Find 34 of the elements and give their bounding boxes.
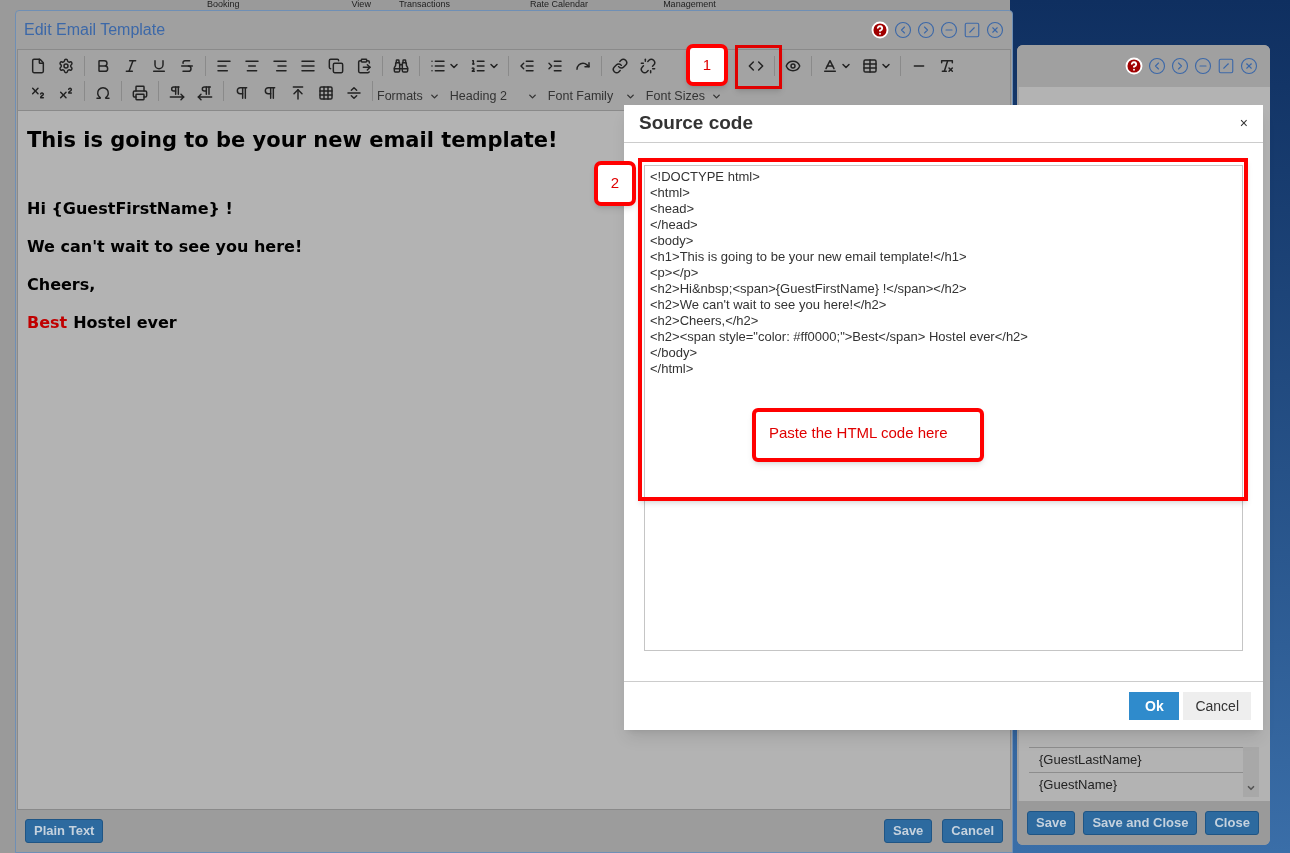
instruction-callout: Paste the HTML code here <box>752 408 984 462</box>
step-callout: 2 <box>594 161 636 206</box>
step-callout: 1 <box>686 44 728 86</box>
footer-button[interactable]: Save <box>1027 811 1076 835</box>
window-title: Edit Email Template <box>24 20 166 40</box>
menu-item[interactable]: Transactions <box>398 0 451 10</box>
format-dropdown[interactable]: Font Sizes <box>645 89 722 103</box>
highlight-frame <box>735 45 782 89</box>
close-button[interactable]: × <box>1239 113 1248 134</box>
format-dropdown[interactable]: Heading 2 <box>449 89 538 103</box>
menu-item[interactable]: View <box>351 0 371 10</box>
footer-button[interactable]: Close <box>1205 811 1259 835</box>
paragraph-text: Hostel ever <box>73 311 177 334</box>
menu-item[interactable]: Booking <box>207 0 240 10</box>
footer-button[interactable]: Cancel <box>942 819 1003 843</box>
scroll-down-icon[interactable] <box>1246 783 1256 793</box>
help-icon[interactable] <box>871 21 889 39</box>
ok-button[interactable]: Ok <box>1129 692 1180 720</box>
dialog-title: Source code <box>639 111 754 136</box>
cancel-button[interactable]: Cancel <box>1183 692 1251 720</box>
scrollbar[interactable] <box>1243 747 1259 797</box>
format-dropdown[interactable]: Formats <box>377 89 440 103</box>
help-icon[interactable] <box>1125 57 1143 75</box>
paragraph-text: Hi {GuestFirstName} ! <box>27 197 233 220</box>
paragraph-text: Cheers, <box>27 273 96 296</box>
menu-item[interactable]: Management <box>663 0 716 10</box>
plain-text-button[interactable]: Plain Text <box>25 819 104 843</box>
footer-button[interactable]: Save and Close <box>1083 811 1198 835</box>
footer-button[interactable]: Save <box>884 819 933 843</box>
menu-item[interactable]: Rate Calendar <box>530 0 589 10</box>
heading-text: This is going to be your new email template! <box>27 127 558 154</box>
format-dropdown[interactable]: Font Family <box>547 89 636 103</box>
colored-word: Best <box>27 311 68 334</box>
paragraph-text: We can't wait to see you here! <box>27 235 303 258</box>
